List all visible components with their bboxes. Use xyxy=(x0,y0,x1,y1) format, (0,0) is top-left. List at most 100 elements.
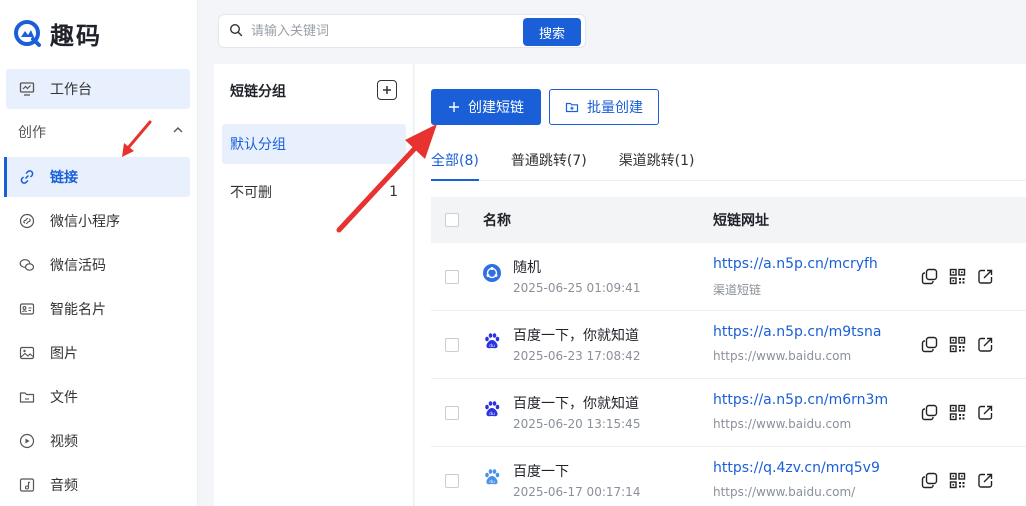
sidebar-item-wechat-code[interactable]: 微信活码 xyxy=(6,245,190,285)
group-panel-title: 短链分组 xyxy=(230,84,286,100)
copy-icon[interactable] xyxy=(921,268,938,285)
svg-text:du: du xyxy=(489,343,495,349)
mini-program-icon xyxy=(18,212,36,230)
group-item-count: 1 xyxy=(389,184,398,200)
open-external-icon[interactable] xyxy=(977,268,994,285)
sidebar: 趣码 工作台 创作 链接 微信小程序 微信活码 智能名片 图片 文件 视频 音频 xyxy=(0,0,198,506)
baidu-icon: du xyxy=(485,401,500,417)
row-time: 2025-06-25 01:09:41 xyxy=(513,281,641,295)
group-item-undeletable[interactable]: 不可删 1 xyxy=(222,172,406,212)
sidebar-item-audio[interactable]: 音频 xyxy=(6,465,190,505)
row-name: 随机 xyxy=(513,260,541,276)
row-checkbox[interactable] xyxy=(445,406,459,420)
tab-normal-redirect[interactable]: 普通跳转(7) xyxy=(511,150,587,181)
row-actions xyxy=(921,268,994,285)
sidebar-item-label: 音频 xyxy=(50,478,78,494)
sidebar-item-image[interactable]: 图片 xyxy=(6,333,190,373)
sidebar-item-file[interactable]: 文件 xyxy=(6,377,190,417)
copy-icon[interactable] xyxy=(921,404,938,421)
row-checkbox[interactable] xyxy=(445,270,459,284)
row-target: https://www.baidu.com xyxy=(713,417,852,431)
row-time: 2025-06-23 17:08:42 xyxy=(513,349,641,363)
row-target: 渠道短链 xyxy=(713,283,762,297)
open-external-icon[interactable] xyxy=(977,404,994,421)
logo-icon xyxy=(14,19,41,47)
search-bar: 搜索 xyxy=(218,14,586,48)
svg-text:du: du xyxy=(489,411,495,417)
plus-icon xyxy=(383,86,391,94)
sidebar-item-label: 图片 xyxy=(50,346,78,362)
chevron-up-icon xyxy=(172,124,184,140)
svg-text:du: du xyxy=(489,479,495,485)
row-checkbox[interactable] xyxy=(445,338,459,352)
search-button[interactable]: 搜索 xyxy=(523,18,581,46)
monitor-icon xyxy=(18,80,36,98)
create-label: 创建短链 xyxy=(468,100,524,116)
row-name: 百度一下，你就知道 xyxy=(513,328,639,344)
sidebar-item-mini-program[interactable]: 微信小程序 xyxy=(6,201,190,241)
row-short-url[interactable]: https://a.n5p.cn/mcryfh xyxy=(713,256,878,272)
qrcode-icon[interactable] xyxy=(949,336,966,353)
qrcode-icon[interactable] xyxy=(949,268,966,285)
open-external-icon[interactable] xyxy=(977,472,994,489)
table-row[interactable]: du 百度一下，你就知道 2025-06-20 13:15:45 https:/… xyxy=(431,379,1026,447)
table-header: 名称 短链网址 xyxy=(431,197,1026,243)
sidebar-group-create[interactable]: 创作 xyxy=(18,122,184,142)
row-target: https://www.baidu.com xyxy=(713,349,852,363)
row-short-url[interactable]: https://q.4zv.cn/mrq5v9 xyxy=(713,460,880,476)
qrcode-icon[interactable] xyxy=(949,472,966,489)
row-target: https://www.baidu.com/ xyxy=(713,485,856,499)
group-item-label: 默认分组 xyxy=(230,137,286,153)
open-external-icon[interactable] xyxy=(977,336,994,353)
add-group-button[interactable] xyxy=(377,80,397,100)
tab-all[interactable]: 全部(8) xyxy=(431,150,479,181)
table-row[interactable]: du 百度一下 2025-06-17 00:17:14 https://q.4z… xyxy=(431,447,1026,506)
batch-create-button[interactable]: 批量创建 xyxy=(549,89,659,125)
sidebar-item-label: 链接 xyxy=(50,170,78,186)
baidu-icon: du xyxy=(485,333,500,349)
sidebar-item-video[interactable]: 视频 xyxy=(6,421,190,461)
table-row[interactable]: 随机 2025-06-25 01:09:41 https://a.n5p.cn/… xyxy=(431,243,1026,311)
group-item-default[interactable]: 默认分组 xyxy=(222,124,406,164)
baidu-icon: du xyxy=(485,469,500,485)
copy-icon[interactable] xyxy=(921,472,938,489)
copy-icon[interactable] xyxy=(921,336,938,353)
app-name: 趣码 xyxy=(50,22,102,50)
sidebar-item-label: 工作台 xyxy=(50,82,92,98)
row-actions xyxy=(921,472,994,489)
sidebar-item-label: 智能名片 xyxy=(50,302,106,318)
group-item-label: 不可删 xyxy=(230,185,272,201)
table-row[interactable]: du 百度一下，你就知道 2025-06-23 17:08:42 https:/… xyxy=(431,311,1026,379)
row-name: 百度一下，你就知道 xyxy=(513,396,639,412)
video-icon xyxy=(18,432,36,450)
row-short-url[interactable]: https://a.n5p.cn/m9tsna xyxy=(713,324,881,340)
sidebar-item-label: 文件 xyxy=(50,390,78,406)
qrcode-icon[interactable] xyxy=(949,404,966,421)
sidebar-item-label: 微信小程序 xyxy=(50,214,120,230)
sidebar-item-label: 视频 xyxy=(50,434,78,450)
main-panel: 创建短链 批量创建 全部(8) 普通跳转(7) 渠道跳转(1) 名称 短链网址 … xyxy=(415,64,1026,506)
tab-channel-redirect[interactable]: 渠道跳转(1) xyxy=(619,150,695,181)
row-checkbox[interactable] xyxy=(445,474,459,488)
column-header-name: 名称 xyxy=(483,213,511,229)
create-short-link-button[interactable]: 创建短链 xyxy=(431,89,541,125)
row-time: 2025-06-17 00:17:14 xyxy=(513,485,641,499)
select-all-checkbox[interactable] xyxy=(445,213,459,227)
app-logo[interactable]: 趣码 xyxy=(14,16,102,51)
audio-icon xyxy=(18,476,36,494)
row-short-url[interactable]: https://a.n5p.cn/m6rn3m xyxy=(713,392,888,408)
channel-icon xyxy=(483,264,501,282)
row-actions xyxy=(921,404,994,421)
sidebar-group-label: 创作 xyxy=(18,125,46,141)
sidebar-item-link[interactable]: 链接 xyxy=(4,157,190,197)
batch-label: 批量创建 xyxy=(587,100,643,116)
sidebar-item-smart-card[interactable]: 智能名片 xyxy=(6,289,190,329)
sidebar-item-workbench[interactable]: 工作台 xyxy=(6,69,190,109)
image-icon xyxy=(18,344,36,362)
wechat-icon xyxy=(18,256,36,274)
group-panel: 短链分组 默认分组 不可删 1 xyxy=(214,64,414,506)
sidebar-item-label: 微信活码 xyxy=(50,258,106,274)
filter-tabs: 全部(8) 普通跳转(7) 渠道跳转(1) xyxy=(431,150,1026,181)
column-header-url: 短链网址 xyxy=(713,213,769,229)
row-time: 2025-06-20 13:15:45 xyxy=(513,417,641,431)
